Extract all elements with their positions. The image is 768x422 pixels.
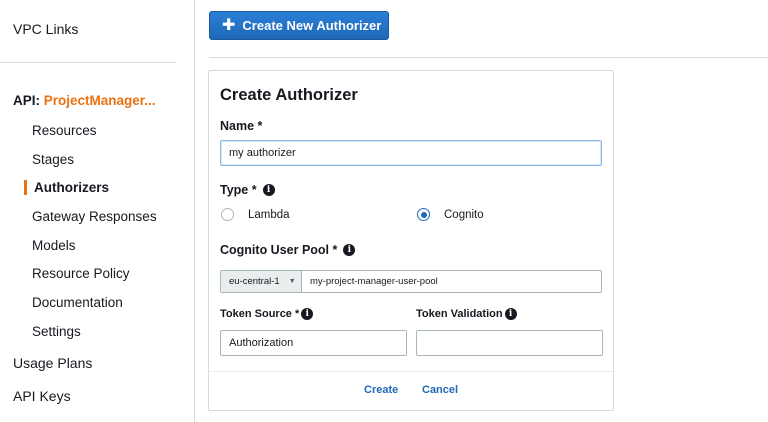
sidebar-item-models[interactable]: Models <box>32 238 76 253</box>
create-button[interactable]: Create <box>364 384 398 396</box>
plus-icon: ✚ <box>222 16 236 34</box>
token-source-label: Token Source * i <box>220 308 314 320</box>
radio-lambda-circle[interactable] <box>221 208 234 221</box>
sidebar-item-resource-policy[interactable]: Resource Policy <box>32 266 130 281</box>
radio-lambda[interactable]: Lambda <box>221 208 290 221</box>
sidebar-item-authorizers[interactable]: Authorizers <box>34 180 109 195</box>
name-input[interactable] <box>220 140 602 166</box>
create-authorizer-panel: Create Authorizer Name * Type * i Lambda… <box>208 70 614 411</box>
name-label-text: Name * <box>220 119 263 133</box>
api-prefix: API: <box>13 93 40 108</box>
header-divider <box>209 57 768 58</box>
sidebar-item-usage-plans[interactable]: Usage Plans <box>13 355 92 371</box>
cognito-pool-input[interactable]: my-project-manager-user-pool <box>302 271 438 292</box>
caret-down-icon: ▼ <box>288 278 296 285</box>
sidebar-item-settings[interactable]: Settings <box>32 324 81 339</box>
name-label: Name * <box>220 119 262 133</box>
create-new-authorizer-button[interactable]: ✚ Create New Authorizer <box>209 11 389 40</box>
info-icon[interactable]: i <box>504 308 517 320</box>
radio-cognito[interactable]: Cognito <box>417 208 484 221</box>
sidebar-item-vpc-links[interactable]: VPC Links <box>13 21 78 37</box>
region-value: eu-central-1 <box>229 276 280 287</box>
cognito-pool-label: Cognito User Pool * i <box>220 243 356 257</box>
cognito-pool-field[interactable]: eu-central-1 ▼ my-project-manager-user-p… <box>220 270 602 293</box>
create-new-authorizer-label: Create New Authorizer <box>242 18 382 33</box>
radio-cognito-circle[interactable] <box>417 208 430 221</box>
sidebar-item-api-keys[interactable]: API Keys <box>13 388 71 404</box>
sidebar-item-resources[interactable]: Resources <box>32 123 97 138</box>
type-label-text: Type * <box>220 183 257 197</box>
token-validation-label: Token Validation i <box>416 308 517 320</box>
radio-lambda-label: Lambda <box>248 208 290 221</box>
info-icon[interactable]: i <box>262 184 275 196</box>
sidebar: VPC Links API: ProjectManager... Resourc… <box>0 0 195 422</box>
sidebar-item-gateway-responses[interactable]: Gateway Responses <box>32 209 157 224</box>
token-source-label-text: Token Source * <box>220 308 300 320</box>
cancel-button[interactable]: Cancel <box>422 384 458 396</box>
cognito-pool-label-text: Cognito User Pool * <box>220 243 338 257</box>
radio-cognito-label: Cognito <box>444 208 484 221</box>
info-icon[interactable]: i <box>301 308 314 320</box>
token-source-input[interactable] <box>220 330 407 356</box>
sidebar-item-stages[interactable]: Stages <box>32 152 74 167</box>
type-label: Type * i <box>220 183 275 197</box>
api-title[interactable]: API: ProjectManager... <box>13 93 156 108</box>
info-icon[interactable]: i <box>343 244 356 256</box>
api-name: ProjectManager... <box>43 93 156 108</box>
sidebar-divider <box>0 62 176 63</box>
region-select[interactable]: eu-central-1 ▼ <box>221 271 302 292</box>
token-validation-input[interactable] <box>416 330 603 356</box>
panel-title: Create Authorizer <box>220 86 358 104</box>
active-indicator <box>24 180 27 195</box>
sidebar-item-documentation[interactable]: Documentation <box>32 295 123 310</box>
panel-footer-divider <box>209 371 613 372</box>
token-validation-label-text: Token Validation <box>416 308 503 320</box>
